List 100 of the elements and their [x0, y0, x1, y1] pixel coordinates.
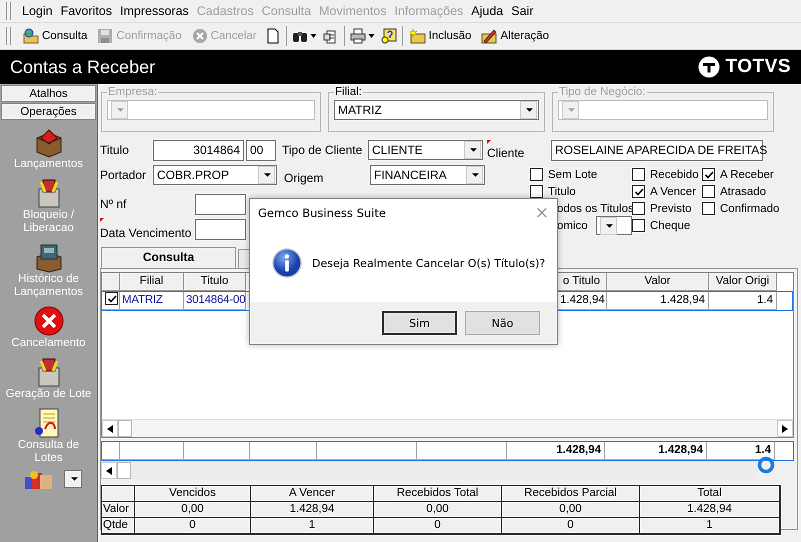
input-field[interactable]: 3014864 [153, 140, 244, 160]
menu-item[interactable]: Ajuda [467, 4, 508, 18]
field-label: Cliente [487, 140, 551, 160]
checkbox-label: Confirmado [720, 202, 780, 214]
dialog-button[interactable]: Não [465, 311, 540, 335]
caret-icon[interactable] [310, 34, 317, 38]
checkbox[interactable] [530, 168, 543, 181]
scroll-thumb[interactable] [117, 462, 131, 479]
group-label: Filial: [334, 86, 363, 98]
field-label: Tipo de Cliente [282, 143, 364, 157]
column-header[interactable]: o Titulo [557, 273, 607, 291]
left-arrow-icon[interactable] [106, 466, 112, 474]
checkbox[interactable] [632, 168, 645, 181]
checkbox-label: A Receber [720, 168, 774, 180]
checkbox[interactable] [530, 185, 543, 198]
checkbox-label: A Vencer [650, 186, 696, 198]
column-header: Recebidos Parcial [502, 486, 640, 502]
checkbox[interactable] [702, 185, 715, 198]
menu-item[interactable]: Login [18, 4, 57, 18]
menu-item[interactable]: Favoritos [56, 4, 116, 18]
checkbox[interactable] [632, 202, 645, 215]
dropdown-field[interactable]: COBR.PROP [153, 165, 277, 185]
column-header: A Vencer [251, 486, 374, 502]
dialog-title: Gemco Business Suite [258, 206, 386, 220]
field-label: Titulo [100, 143, 130, 157]
checkbox-label: Previsto [650, 202, 692, 214]
caret-icon [472, 173, 479, 177]
busy-cursor-icon [757, 456, 775, 474]
table-cell: 1.4 [709, 292, 777, 310]
column-header[interactable]: Filial [120, 273, 184, 291]
toolbar-button[interactable]: Consulta [18, 25, 92, 47]
table-cell: 1.428,94 [640, 502, 780, 518]
folder-globe-icon [23, 28, 39, 44]
dialog-button[interactable]: Sim [382, 311, 457, 335]
checkbox[interactable] [632, 219, 645, 232]
column-header[interactable]: Valor [607, 273, 709, 291]
toolbar-button[interactable]: Alteração [476, 25, 554, 47]
dialog-message: Deseja Realmente Cancelar O(s) Título(s)? [312, 256, 546, 270]
scrollbar[interactable] [101, 461, 757, 479]
scroll-down-button[interactable] [64, 470, 82, 488]
dropdown-field[interactable]: FINANCEIRA [370, 165, 485, 185]
checkbox-label: odos os Titulos [557, 202, 634, 214]
group-label: Empresa: [107, 86, 158, 98]
checkbox[interactable] [632, 185, 645, 198]
printer-icon[interactable] [350, 28, 366, 44]
table-cell: 3014864-00 [184, 292, 246, 310]
table-cell: 1 [251, 518, 374, 534]
menu-item[interactable]: Impressoras [116, 4, 193, 18]
input-field[interactable] [195, 218, 246, 240]
checkbox-label: Atrasado [720, 186, 766, 198]
scroll-thumb[interactable] [118, 420, 132, 437]
checkbox[interactable] [702, 168, 715, 181]
folder-pencil-icon [481, 28, 498, 44]
menu-item[interactable]: Sair [507, 4, 538, 18]
column-header: Recebidos Total [374, 486, 502, 502]
dropdown-field[interactable] [558, 100, 768, 120]
table-cell: MATRIZ [120, 292, 184, 310]
logo-icon [696, 55, 720, 79]
window-title: Contas a Receber [10, 56, 156, 78]
group-label: Tipo de Negócio: [558, 86, 647, 98]
table-cell: 0 [135, 518, 251, 534]
field-label: Portador [100, 168, 148, 182]
caret-icon [117, 108, 124, 112]
checkbox-label: Recebido [650, 168, 699, 180]
checkbox[interactable] [702, 202, 715, 215]
info-icon [272, 248, 302, 278]
checkbox-label: Titulo [548, 186, 576, 198]
table-cell: 1.428,94 [605, 442, 707, 460]
table-cell: 0,00 [374, 502, 502, 518]
table-cell: 1.428,94 [251, 502, 374, 518]
sidebar-tab[interactable]: Operações [1, 103, 96, 120]
new-document-icon[interactable] [264, 28, 281, 44]
help-icon[interactable] [380, 28, 397, 44]
table-cell [102, 442, 120, 460]
toolbar-button[interactable]: Inclusão [404, 25, 476, 47]
scrollbar[interactable] [102, 419, 793, 437]
column-header[interactable]: Valor Origi [709, 273, 777, 291]
table-cell: 0,00 [135, 502, 251, 518]
checkbox-label: Cheque [650, 220, 690, 232]
save-icon [97, 28, 114, 44]
input-field[interactable] [195, 194, 246, 214]
tab[interactable]: Consulta [101, 247, 236, 268]
dropdown-field[interactable]: MATRIZ [334, 100, 539, 120]
right-arrow-icon[interactable] [782, 424, 788, 432]
caret-icon[interactable] [368, 34, 375, 38]
dropdown-field[interactable] [107, 100, 315, 120]
field-label: Origem [284, 170, 324, 185]
field-label: Data Vencimento [100, 218, 195, 240]
logo-text: TOTVS [726, 56, 791, 78]
caret-icon [526, 108, 533, 112]
dropdown-field[interactable] [596, 216, 632, 235]
left-arrow-icon[interactable] [107, 424, 113, 432]
sidebar-tab[interactable]: Atalhos [1, 85, 96, 102]
table-cell: 1.428,94 [607, 292, 709, 310]
column-header[interactable]: Titulo [184, 273, 246, 291]
input-field[interactable]: 00 [246, 140, 276, 160]
dropdown-field[interactable]: CLIENTE [368, 140, 483, 160]
table-cell: 1.428,94 [507, 442, 605, 460]
checkbox[interactable] [105, 292, 118, 305]
table-cell [250, 442, 317, 460]
